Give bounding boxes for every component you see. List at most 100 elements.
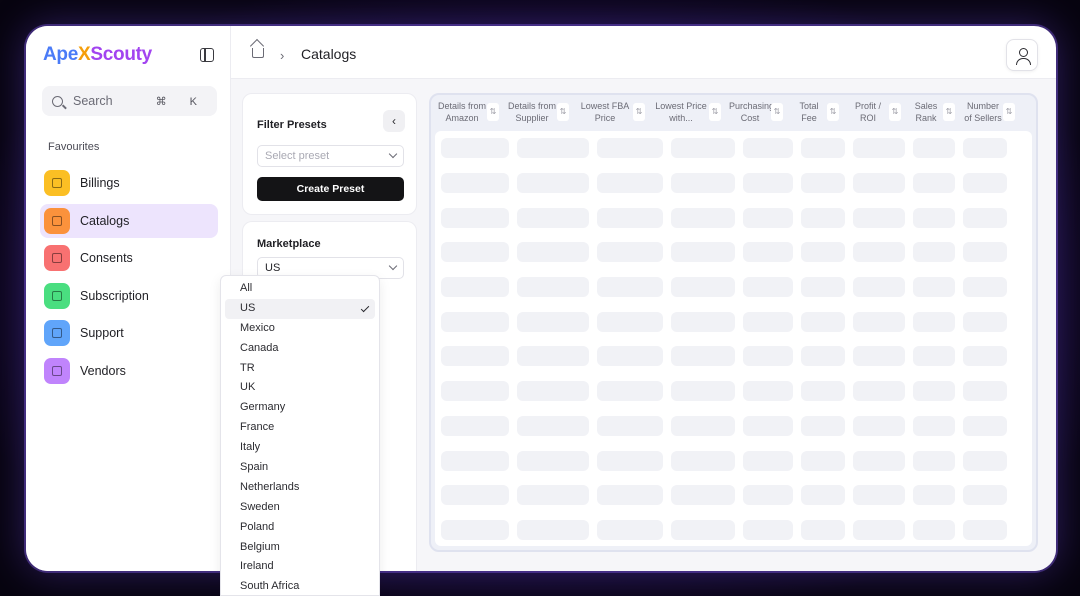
skeleton-cell: [441, 485, 509, 506]
marketplace-option[interactable]: Mexico: [225, 319, 375, 339]
skeleton-cell: [517, 207, 589, 228]
preset-select[interactable]: Select preset: [257, 145, 404, 167]
column-header[interactable]: Number of Sellers ⇅: [957, 95, 1017, 131]
collapse-filters-button[interactable]: ‹: [383, 110, 405, 132]
table-row: [435, 235, 1032, 270]
marketplace-option[interactable]: Italy: [225, 438, 375, 458]
skeleton-cell: [517, 519, 589, 540]
marketplace-option[interactable]: France: [225, 418, 375, 438]
column-header[interactable]: Purchasing Cost ⇅: [723, 95, 785, 131]
app-window: ApeXScouty Search ⌘ K Favourites Billing…: [26, 26, 1056, 571]
skeleton-cell: [597, 242, 663, 263]
skeleton-cell: [441, 207, 509, 228]
search-box[interactable]: Search ⌘ K: [42, 86, 217, 116]
sort-icon[interactable]: ⇅: [633, 103, 645, 121]
sidebar-item-label: Vendors: [80, 363, 126, 378]
favourites-label: Favourites: [48, 141, 100, 153]
column-header[interactable]: Details from Amazon ⇅: [431, 95, 501, 131]
skeleton-cell: [517, 381, 589, 402]
chevron-down-icon: [388, 149, 398, 159]
sort-icon[interactable]: ⇅: [557, 103, 569, 121]
column-header[interactable]: Sales Rank ⇅: [903, 95, 957, 131]
marketplace-dropdown: All US Mexico Canada TR UK Germany France Italy S…: [220, 275, 380, 596]
marketplace-option[interactable]: South Africa: [225, 577, 375, 596]
headset-icon-glyph: [52, 328, 62, 339]
skeleton-cell: [913, 346, 955, 367]
skeleton-cell: [853, 207, 905, 228]
column-header[interactable]: Lowest FBA Price ⇅: [571, 95, 647, 131]
column-header[interactable]: Total Fee ⇅: [785, 95, 841, 131]
skeleton-cell: [963, 277, 1007, 298]
skeleton-cell: [517, 311, 589, 332]
billing-icon-glyph: [52, 178, 62, 188]
marketplace-option[interactable]: All: [225, 279, 375, 299]
skeleton-cell: [853, 242, 905, 263]
search-shortcut: ⌘ K: [155, 95, 207, 108]
skeleton-cell: [853, 138, 905, 159]
marketplace-option[interactable]: Poland: [225, 518, 375, 538]
skeleton-cell: [801, 277, 845, 298]
skeleton-cell: [671, 242, 735, 263]
skeleton-cell: [801, 311, 845, 332]
plug-icon-glyph: [52, 290, 62, 301]
catalog-table: Details from Amazon ⇅ Details from Supplie…: [429, 93, 1038, 552]
table-row: [435, 409, 1032, 444]
user-menu-button[interactable]: [1006, 39, 1038, 71]
skeleton-cell: [801, 346, 845, 367]
skeleton-cell: [671, 381, 735, 402]
sort-icon[interactable]: ⇅: [827, 103, 839, 121]
marketplace-option[interactable]: Spain: [225, 458, 375, 478]
sort-icon[interactable]: ⇅: [1003, 103, 1015, 121]
sort-icon[interactable]: ⇅: [771, 103, 783, 121]
marketplace-option[interactable]: Netherlands: [225, 478, 375, 498]
search-icon: [52, 95, 63, 107]
sidebar-item-support[interactable]: Support: [40, 316, 218, 350]
skeleton-cell: [963, 311, 1007, 332]
create-preset-button[interactable]: Create Preset: [257, 177, 404, 201]
marketplace-option[interactable]: US: [225, 298, 375, 319]
skeleton-cell: [963, 242, 1007, 263]
marketplace-option[interactable]: Ireland: [225, 557, 375, 577]
sidebar-toggle-icon[interactable]: [200, 48, 214, 62]
skeleton-cell: [913, 138, 955, 159]
sort-icon[interactable]: ⇅: [889, 103, 901, 121]
skeleton-cell: [441, 450, 509, 471]
sort-icon[interactable]: ⇅: [709, 103, 721, 121]
sidebar-item-subscription[interactable]: Subscription: [40, 279, 218, 313]
sidebar-item-catalogs[interactable]: Catalogs: [40, 203, 218, 238]
marketplace-option[interactable]: Belgium: [225, 538, 375, 558]
sidebar-item-consents[interactable]: Consents: [40, 241, 218, 275]
column-header[interactable]: Lowest Price with... ⇅: [647, 95, 723, 131]
home-icon[interactable]: [252, 48, 264, 58]
column-header[interactable]: Details from Supplier ⇅: [501, 95, 571, 131]
skeleton-cell: [853, 485, 905, 506]
sort-icon[interactable]: ⇅: [943, 103, 955, 121]
skeleton-cell: [597, 381, 663, 402]
sidebar-item-vendors[interactable]: Vendors: [40, 354, 218, 388]
marketplace-option[interactable]: UK: [225, 378, 375, 398]
plug-icon: [44, 245, 70, 272]
skeleton-cell: [517, 346, 589, 367]
skeleton-cell: [597, 415, 663, 436]
skeleton-cell: [963, 346, 1007, 367]
skeleton-cell: [801, 485, 845, 506]
skeleton-cell: [853, 450, 905, 471]
skeleton-cell: [671, 277, 735, 298]
sidebar-item-label: Billings: [80, 176, 120, 190]
calendar-icon: [44, 207, 70, 234]
skeleton-cell: [801, 450, 845, 471]
sort-icon[interactable]: ⇅: [487, 103, 499, 121]
filter-presets-card: Filter Presets ‹ Select preset Create Pr…: [242, 93, 417, 215]
sidebar-item-billings[interactable]: Billings: [40, 166, 218, 200]
column-header[interactable]: Profit / ROI ⇅: [841, 95, 903, 131]
marketplace-option[interactable]: TR: [225, 359, 375, 379]
marketplace-title: Marketplace: [257, 238, 321, 250]
skeleton-cell: [671, 415, 735, 436]
skeleton-cell: [441, 415, 509, 436]
marketplace-option[interactable]: Sweden: [225, 498, 375, 518]
marketplace-option[interactable]: Germany: [225, 398, 375, 418]
app-logo[interactable]: ApeXScouty: [43, 44, 152, 66]
breadcrumb-current: Catalogs: [301, 46, 357, 62]
marketplace-option[interactable]: Canada: [225, 339, 375, 359]
skeleton-cell: [963, 519, 1007, 540]
